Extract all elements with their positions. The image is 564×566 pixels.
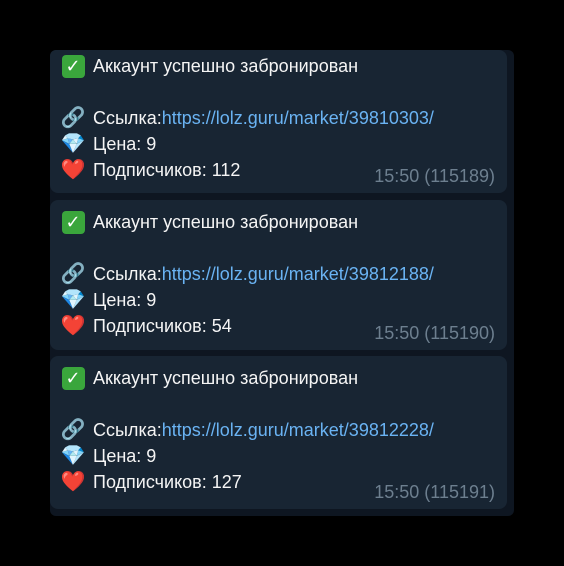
check-mark-icon: ✓ (60, 53, 86, 79)
link-icon: 🔗 (60, 263, 86, 285)
market-link[interactable]: https://lolz.guru/market/39812188/ (162, 261, 434, 287)
message-title: Аккаунт успешно забронирован (93, 56, 359, 76)
check-mark-icon: ✓ (60, 209, 86, 235)
gem-icon: 💎 (60, 445, 86, 467)
message-link-line: 🔗 Ссылка: https://lolz.guru/market/39810… (60, 105, 434, 131)
link-icon: 🔗 (60, 107, 86, 129)
message-title: Аккаунт успешно забронирован (93, 368, 359, 388)
market-link[interactable]: https://lolz.guru/market/39812228/ (162, 417, 434, 443)
message-time: 15:50 (115190) (374, 323, 495, 343)
message-subs-line: ❤️ Подписчиков: 54 (60, 313, 232, 339)
message-time: 15:50 (115189) (374, 166, 495, 186)
message-link-line: 🔗 Ссылка: https://lolz.guru/market/39812… (60, 417, 434, 443)
check-mark-icon: ✓ (60, 365, 86, 391)
subscribers-label: Подписчиков: 54 (93, 316, 232, 336)
message-title-line: ✓ Аккаунт успешно забронирован (60, 365, 358, 391)
message-link-line: 🔗 Ссылка: https://lolz.guru/market/39812… (60, 261, 434, 287)
message-title: Аккаунт успешно забронирован (93, 212, 359, 232)
heart-icon: ❤️ (60, 471, 86, 493)
message-bubble[interactable]: ✓ Аккаунт успешно забронирован 🔗 Ссылка:… (50, 50, 507, 193)
price-label: Цена: 9 (93, 446, 157, 466)
link-icon: 🔗 (60, 419, 86, 441)
message-bubble[interactable]: ✓ Аккаунт успешно забронирован 🔗 Ссылка:… (50, 356, 507, 509)
message-title-line: ✓ Аккаунт успешно забронирован (60, 209, 358, 235)
price-label: Цена: 9 (93, 290, 157, 310)
link-label: Ссылка: (93, 420, 162, 440)
subscribers-label: Подписчиков: 127 (93, 472, 242, 492)
message-bubble[interactable]: ✓ Аккаунт успешно забронирован 🔗 Ссылка:… (50, 200, 507, 350)
message-price-line: 💎 Цена: 9 (60, 131, 157, 157)
message-subs-line: ❤️ Подписчиков: 127 (60, 469, 242, 495)
link-label: Ссылка: (93, 264, 162, 284)
gem-icon: 💎 (60, 289, 86, 311)
price-label: Цена: 9 (93, 134, 157, 154)
link-label: Ссылка: (93, 108, 162, 128)
subscribers-label: Подписчиков: 112 (93, 160, 241, 180)
message-price-line: 💎 Цена: 9 (60, 443, 157, 469)
chat-history: ✓ Аккаунт успешно забронирован 🔗 Ссылка:… (50, 50, 514, 516)
message-price-line: 💎 Цена: 9 (60, 287, 157, 313)
heart-icon: ❤️ (60, 315, 86, 337)
market-link[interactable]: https://lolz.guru/market/39810303/ (162, 105, 434, 131)
heart-icon: ❤️ (60, 159, 86, 181)
message-subs-line: ❤️ Подписчиков: 112 (60, 157, 241, 183)
gem-icon: 💎 (60, 133, 86, 155)
message-time: 15:50 (115191) (374, 482, 495, 502)
message-title-line: ✓ Аккаунт успешно забронирован (60, 53, 358, 79)
